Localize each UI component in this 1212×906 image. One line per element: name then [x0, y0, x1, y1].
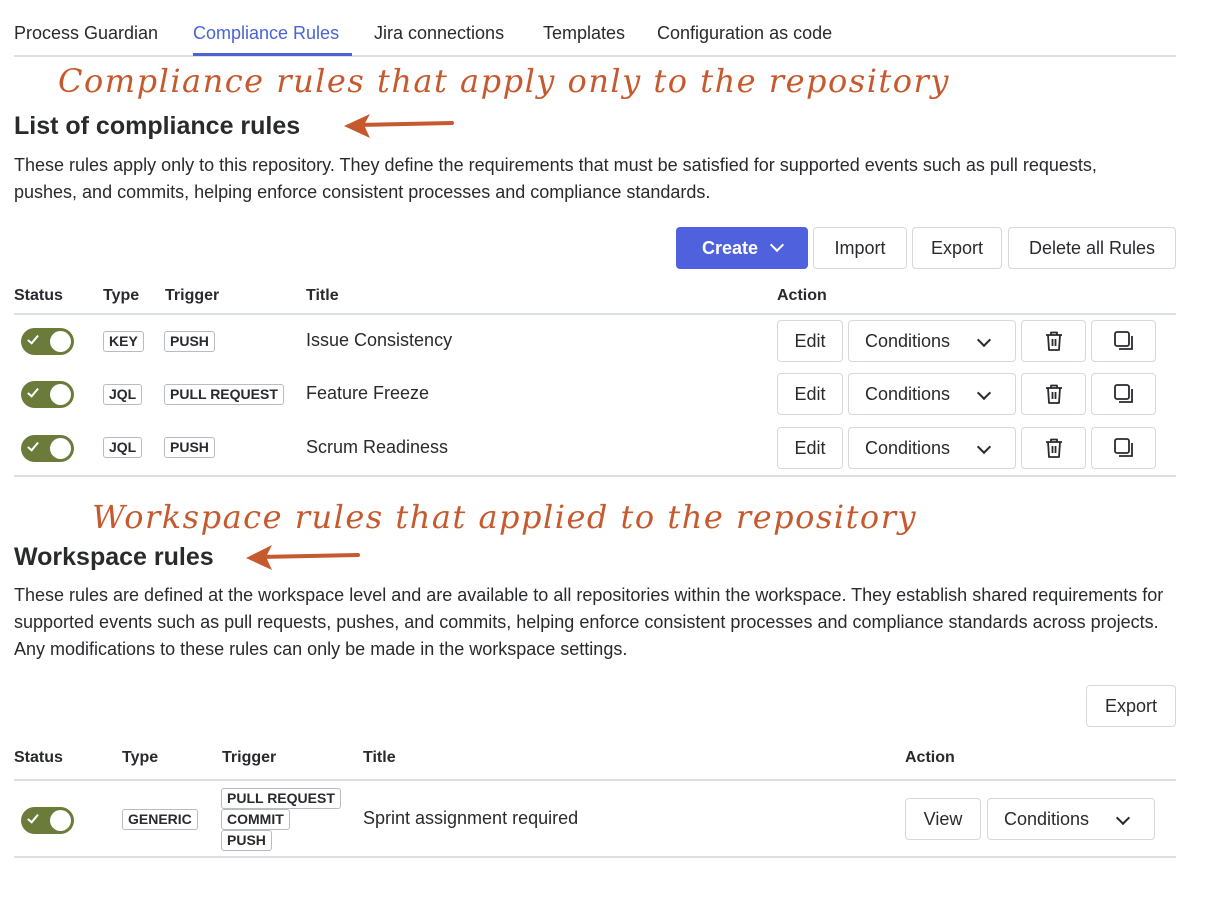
annotation-arrow-icon — [246, 545, 360, 570]
chevron-down-icon — [769, 237, 785, 253]
rule-title: Feature Freeze — [306, 383, 430, 403]
annotation-arrow-icon — [344, 114, 454, 138]
table-bottom-divider — [14, 475, 1176, 477]
workspace-rules-description: These rules are defined at the workspace… — [14, 585, 1164, 659]
chevron-down-icon — [976, 385, 992, 401]
trash-icon — [1045, 438, 1062, 458]
type-badge: KEY — [103, 331, 144, 352]
create-button-label: Create — [701, 237, 759, 258]
rule-title: Sprint assignment required — [363, 808, 579, 828]
conditions-dropdown[interactable]: Conditions — [848, 320, 1016, 362]
rule-title: Scrum Readiness — [306, 437, 449, 457]
conditions-label: Conditions — [865, 383, 951, 404]
trash-icon — [1045, 384, 1062, 404]
annotation-workspace: Workspace rules that applied to the repo… — [92, 498, 918, 536]
conditions-dropdown[interactable]: Conditions — [848, 373, 1016, 415]
trash-icon — [1045, 331, 1062, 351]
table-header-divider — [14, 313, 1176, 315]
column-header-type: Type — [103, 287, 140, 304]
annotation-compliance: Compliance rules that apply only to the … — [58, 62, 950, 100]
workspace-export-button[interactable]: Export — [1086, 685, 1176, 727]
compliance-rules-description: These rules apply only to this repositor… — [14, 155, 1097, 202]
conditions-label: Conditions — [1004, 808, 1090, 829]
tab-bar: Process Guardian Compliance Rules Jira c… — [14, 0, 1176, 57]
check-icon — [27, 439, 39, 452]
conditions-dropdown[interactable]: Conditions — [987, 798, 1155, 840]
export-button[interactable]: Export — [912, 227, 1002, 269]
column-header-status: Status — [14, 749, 63, 766]
column-header-type: Type — [122, 749, 159, 766]
column-header-title: Title — [306, 287, 339, 304]
trigger-badge: PULL REQUEST — [164, 384, 284, 405]
rule-status-toggle[interactable] — [21, 381, 74, 408]
copy-icon — [1113, 331, 1133, 350]
rule-status-toggle[interactable] — [21, 435, 74, 462]
conditions-label: Conditions — [865, 330, 951, 351]
compliance-rules-heading: List of compliance rules — [14, 112, 301, 140]
copy-rule-button[interactable] — [1091, 427, 1156, 469]
view-button[interactable]: View — [905, 798, 981, 840]
trigger-badge: PUSH — [221, 830, 272, 851]
delete-all-rules-button[interactable]: Delete all Rules — [1008, 227, 1176, 269]
delete-rule-button[interactable] — [1021, 373, 1086, 415]
edit-button[interactable]: Edit — [777, 427, 843, 469]
rule-status-toggle[interactable] — [21, 328, 74, 355]
tab-compliance-rules[interactable]: Compliance Rules — [193, 23, 339, 44]
copy-icon — [1113, 438, 1133, 457]
edit-button[interactable]: Edit — [777, 373, 843, 415]
delete-rule-button[interactable] — [1021, 427, 1086, 469]
copy-rule-button[interactable] — [1091, 373, 1156, 415]
column-header-trigger: Trigger — [222, 749, 277, 766]
tab-jira-connections[interactable]: Jira connections — [374, 23, 504, 44]
import-button[interactable]: Import — [813, 227, 907, 269]
table-bottom-divider — [14, 856, 1176, 858]
trigger-badge: PULL REQUEST — [221, 788, 341, 809]
table-header-divider — [14, 779, 1176, 781]
check-icon — [27, 332, 39, 345]
rule-status-toggle[interactable] — [21, 807, 74, 834]
edit-button[interactable]: Edit — [777, 320, 843, 362]
rule-title: Issue Consistency — [306, 330, 453, 350]
chevron-down-icon — [1115, 810, 1131, 826]
create-button[interactable]: Create — [676, 227, 808, 269]
tab-process-guardian[interactable]: Process Guardian — [14, 23, 158, 44]
conditions-dropdown[interactable]: Conditions — [848, 427, 1016, 469]
trigger-badge: PUSH — [164, 437, 215, 458]
type-badge: GENERIC — [122, 809, 198, 830]
tab-templates[interactable]: Templates — [543, 23, 625, 44]
type-badge: JQL — [103, 384, 143, 405]
column-header-trigger: Trigger — [165, 287, 220, 304]
chevron-down-icon — [976, 439, 992, 455]
type-badge: JQL — [103, 437, 143, 458]
column-header-status: Status — [14, 287, 63, 304]
copy-icon — [1113, 384, 1133, 403]
column-header-action: Action — [777, 287, 827, 304]
tab-configuration-as-code[interactable]: Configuration as code — [657, 23, 832, 44]
active-tab-indicator — [193, 53, 352, 56]
trigger-badge: PUSH — [164, 331, 215, 352]
trigger-badge: COMMIT — [221, 809, 290, 830]
check-icon — [27, 385, 39, 398]
copy-rule-button[interactable] — [1091, 320, 1156, 362]
check-icon — [27, 811, 39, 824]
workspace-rules-heading: Workspace rules — [14, 543, 214, 571]
delete-rule-button[interactable] — [1021, 320, 1086, 362]
conditions-label: Conditions — [865, 437, 951, 458]
chevron-down-icon — [976, 332, 992, 348]
column-header-title: Title — [363, 749, 396, 766]
column-header-action: Action — [905, 749, 955, 766]
